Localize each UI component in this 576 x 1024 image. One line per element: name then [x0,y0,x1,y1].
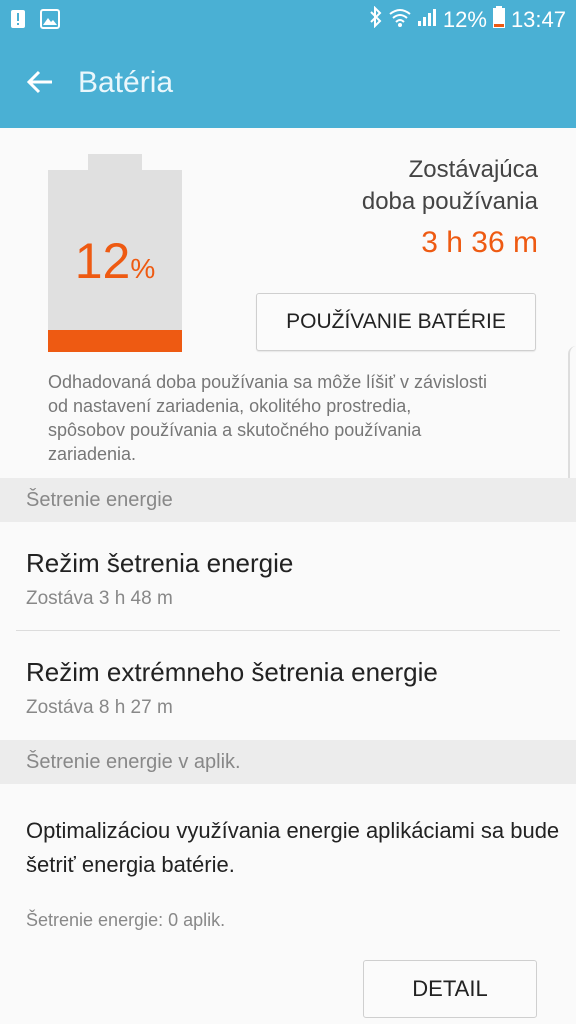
list-item-subtitle: Zostáva 8 h 27 m [26,697,173,718]
battery-graphic: 12% [48,154,182,352]
battery-card: 12% Zostávajúca doba používania 3 h 36 m… [0,128,576,478]
list-item-title: Režim šetrenia energie [26,548,294,578]
battery-content: 12% Zostávajúca doba používania 3 h 36 m… [0,128,576,1024]
app-bar: Batéria [0,40,576,128]
section-header-power-saving: Šetrenie energie [0,478,576,522]
list-item-subtitle: Zostáva 3 h 48 m [26,588,173,609]
arrow-left-icon [26,68,54,101]
image-icon [40,8,60,30]
status-battery-percent: 12% [442,7,487,32]
estimate-note: Odhadovaná doba používania sa môže líšiť… [48,372,487,464]
battery-level-fill [48,330,182,352]
list-item-ultra-power-saving-mode[interactable]: Režim extrémneho šetrenia energie Zostáv… [0,631,576,739]
battery-percent: 12% [48,232,182,290]
remaining-time-label: Zostávajúca doba používania [298,154,538,218]
battery-percent-number: 12 [74,233,131,289]
detail-button[interactable]: DETAIL [363,960,537,1018]
battery-icon [492,6,505,34]
section-header-app-power-saving: Šetrenie energie v aplik. [0,740,576,784]
battery-usage-button[interactable]: POUŽÍVANIE BATÉRIE [256,293,536,351]
battery-percent-symbol: % [130,253,156,284]
status-time: 13:47 [510,7,566,32]
app-power-saving-count: Šetrenie energie: 0 aplik. [26,910,226,930]
app-power-saving-description: Optimalizáciou využívania energie apliká… [26,818,560,877]
remaining-time-value: 3 h 36 m [421,226,538,259]
list-item-title: Režim extrémneho šetrenia energie [26,657,438,687]
remaining-label-line1: Zostávajúca [408,156,538,183]
bluetooth-icon [369,5,383,34]
back-button[interactable] [18,62,62,106]
signal-icon [417,7,437,33]
wifi-icon [389,7,411,33]
remaining-label-line2: doba používania [361,188,538,215]
list-item-power-saving-mode[interactable]: Režim šetrenia energie Zostáva 3 h 48 m [0,522,576,630]
alert-icon [8,8,28,30]
status-bar: 12% 13:47 [0,0,576,40]
page-title: Batéria [78,66,174,99]
